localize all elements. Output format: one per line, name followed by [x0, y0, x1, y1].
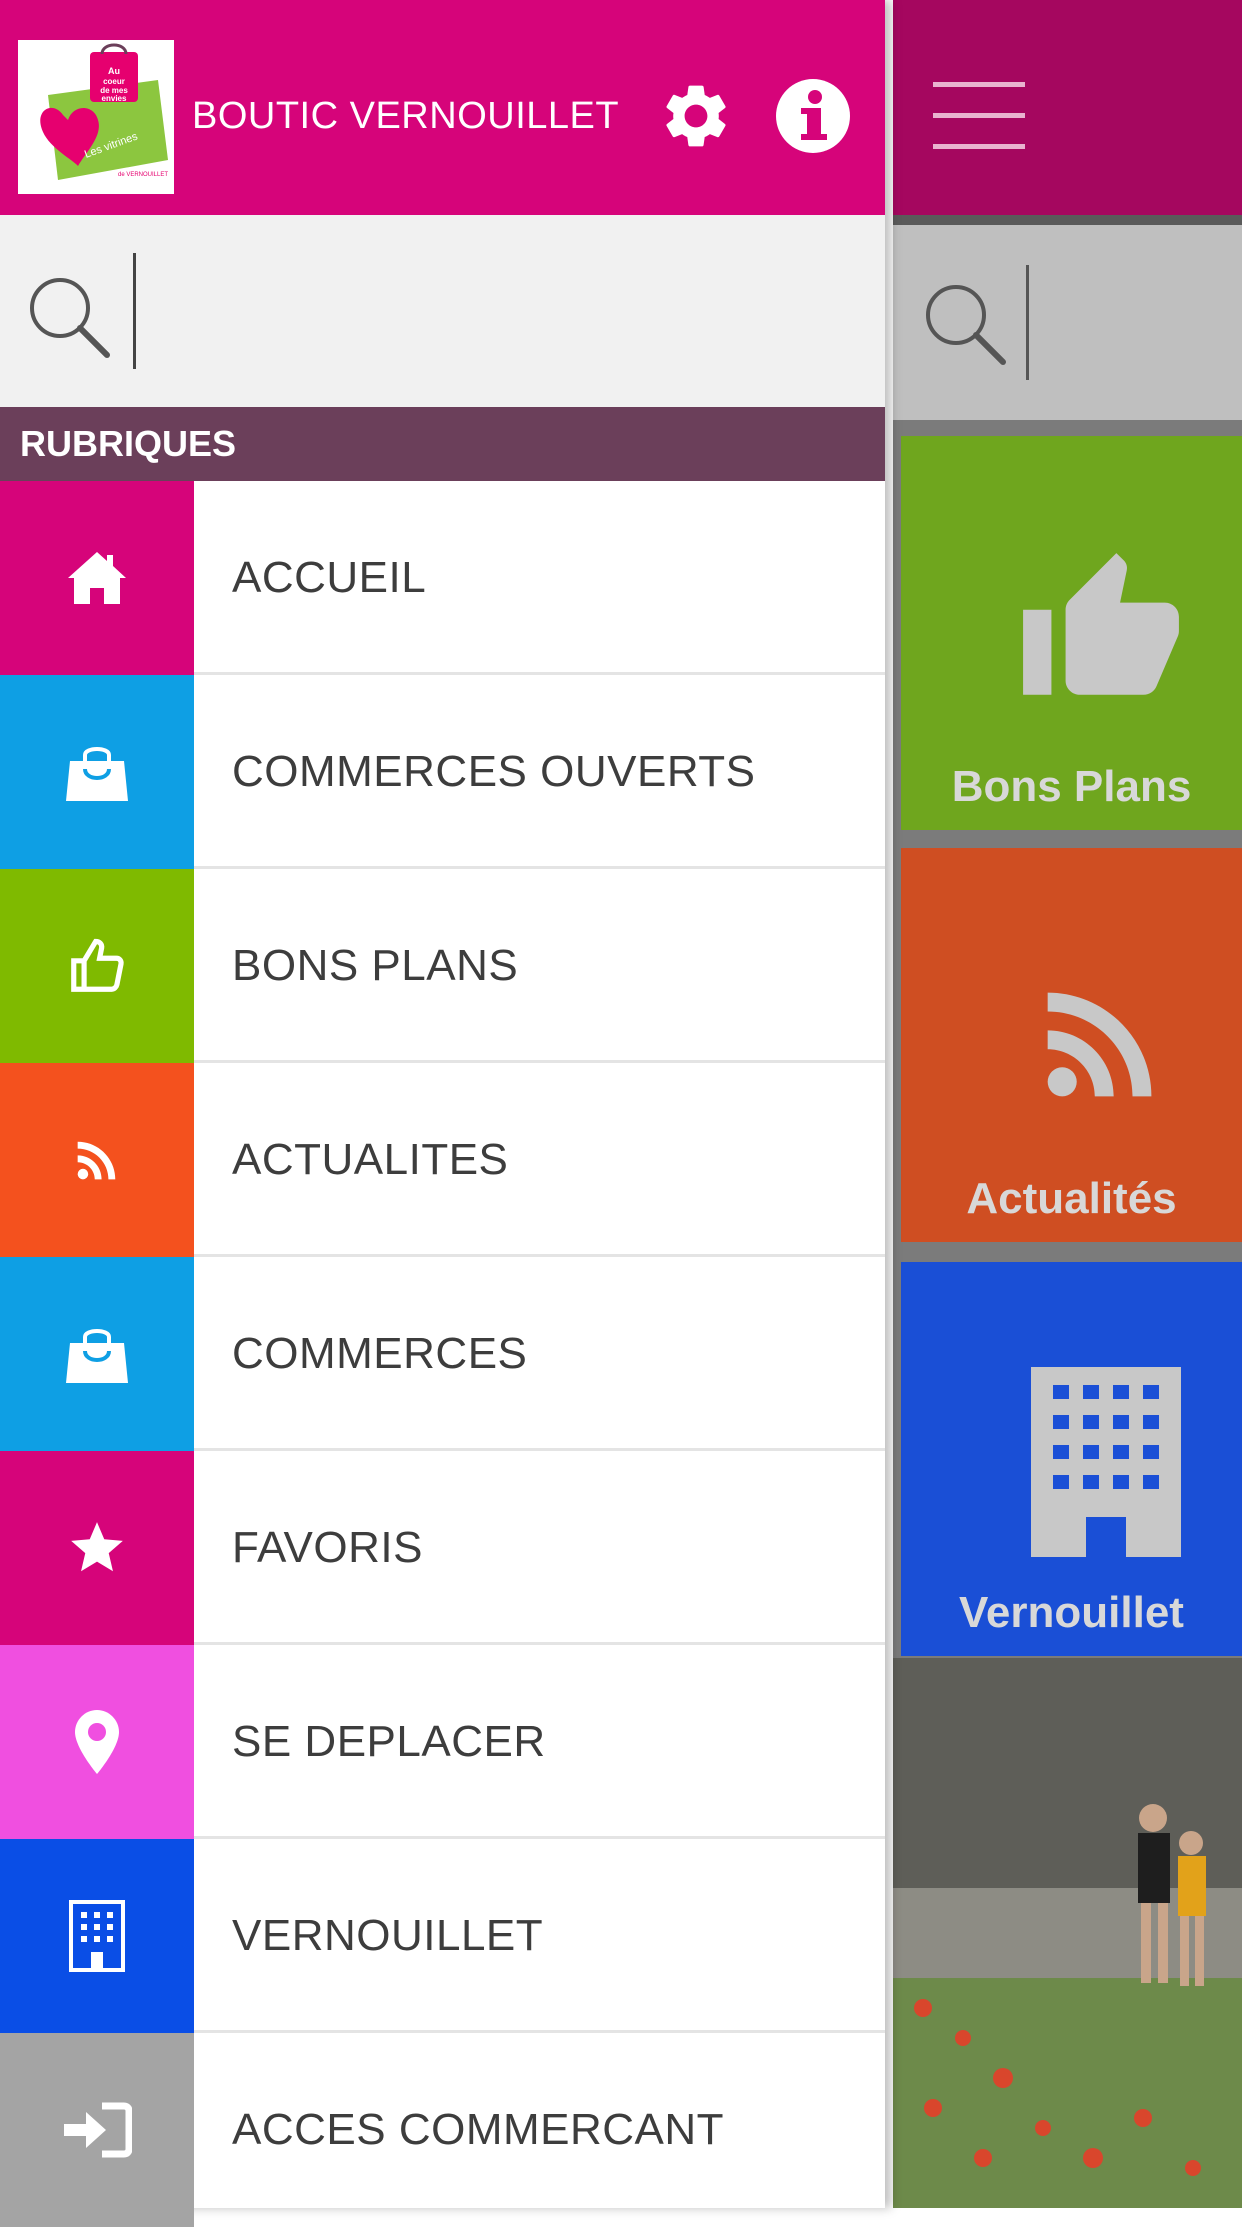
menu-item-se-deplacer[interactable]: SE DEPLACER — [0, 1645, 885, 1839]
tile-vernouillet[interactable]: Vernouillet — [901, 1262, 1242, 1656]
tile-label: Vernouillet — [959, 1588, 1184, 1637]
menu-icon-box — [0, 481, 194, 675]
section-title: RUBRIQUES — [20, 423, 237, 464]
menu-list: ACCUEIL COMMERCES OUVERTS BONS PLANS ACT… — [0, 481, 885, 2227]
menu-item-actualites[interactable]: ACTUALITES — [0, 1063, 885, 1257]
thumbs-up-icon — [71, 938, 124, 992]
drawer-header: Au coeur de mes envies Les vitrines de V… — [0, 0, 885, 215]
menu-item-label: ACCUEIL — [232, 553, 427, 602]
tile-label: Bons Plans — [951, 762, 1192, 811]
svg-text:de VERNOUILLET: de VERNOUILLET — [118, 172, 168, 178]
tile-actualites[interactable]: Actualités — [901, 848, 1242, 1242]
logo-image: Au coeur de mes envies Les vitrines de V… — [40, 43, 168, 180]
sign-in-icon — [64, 2102, 132, 2158]
menu-icon-box — [0, 869, 194, 1063]
runners-photo — [893, 1658, 1242, 2208]
menu-item-label: ACTUALITES — [232, 1135, 509, 1184]
svg-text:coeur: coeur — [103, 77, 125, 86]
hamburger-menu-icon[interactable] — [933, 82, 1025, 152]
menu-icon-box — [0, 1257, 194, 1451]
shopping-bag-icon — [66, 747, 128, 801]
shopping-bag-icon — [66, 1329, 128, 1383]
tile-label: Actualités — [966, 1174, 1177, 1223]
rss-icon — [1047, 992, 1152, 1097]
svg-text:envies: envies — [102, 94, 127, 103]
gear-icon — [666, 85, 726, 147]
background-strip — [893, 215, 1242, 225]
search-icon — [30, 278, 110, 358]
text-cursor — [133, 253, 136, 369]
menu-item-commerces-ouverts[interactable]: COMMERCES OUVERTS — [0, 675, 885, 869]
info-icon — [776, 79, 850, 153]
menu-item-accueil[interactable]: ACCUEIL — [0, 481, 885, 675]
menu-item-acces-commercant[interactable]: ACCES COMMERCANT — [0, 2033, 885, 2227]
menu-item-label: SE DEPLACER — [232, 1717, 546, 1766]
menu-item-label: FAVORIS — [232, 1523, 423, 1572]
navigation-drawer: Au coeur de mes envies Les vitrines de V… — [0, 0, 885, 2227]
menu-icon-box — [0, 1451, 194, 1645]
info-button[interactable] — [775, 78, 851, 154]
building-icon — [69, 1900, 125, 1972]
background-search-bar[interactable] — [893, 225, 1242, 420]
rss-icon — [77, 1141, 116, 1180]
background-photo — [893, 1658, 1242, 2208]
menu-item-bons-plans[interactable]: BONS PLANS — [0, 869, 885, 1063]
background-app: Bons Plans Actualités Vernouillet — [893, 0, 1242, 2208]
map-pin-icon — [75, 1710, 119, 1774]
svg-text:Au: Au — [108, 66, 120, 76]
tile-bons-plans[interactable]: Bons Plans — [901, 436, 1242, 830]
menu-item-label: COMMERCES — [232, 1329, 528, 1378]
search-icon — [926, 285, 1006, 365]
settings-button[interactable] — [658, 78, 734, 154]
thumbs-up-icon — [1023, 553, 1179, 695]
menu-icon-box — [0, 1063, 194, 1257]
menu-icon-box — [0, 1645, 194, 1839]
background-top-bar — [893, 0, 1242, 215]
menu-icon-box — [0, 2033, 194, 2227]
search-bar — [0, 215, 885, 407]
menu-item-label: BONS PLANS — [232, 941, 519, 990]
menu-item-label: ACCES COMMERCANT — [232, 2105, 725, 2154]
search-input[interactable] — [140, 245, 864, 377]
star-icon — [71, 1522, 123, 1572]
menu-icon-box — [0, 675, 194, 869]
app-title: BOUTIC VERNOUILLET — [192, 95, 620, 137]
home-icon — [68, 552, 126, 604]
menu-item-commerces[interactable]: COMMERCES — [0, 1257, 885, 1451]
text-cursor — [1026, 265, 1029, 380]
menu-icon-box — [0, 1839, 194, 2033]
app-logo: Au coeur de mes envies Les vitrines de V… — [18, 40, 174, 194]
menu-item-label: VERNOUILLET — [232, 1911, 544, 1960]
menu-item-favoris[interactable]: FAVORIS — [0, 1451, 885, 1645]
section-header: RUBRIQUES — [0, 407, 885, 481]
menu-item-label: COMMERCES OUVERTS — [232, 747, 756, 796]
building-icon — [1031, 1367, 1181, 1557]
menu-item-vernouillet[interactable]: VERNOUILLET — [0, 1839, 885, 2033]
